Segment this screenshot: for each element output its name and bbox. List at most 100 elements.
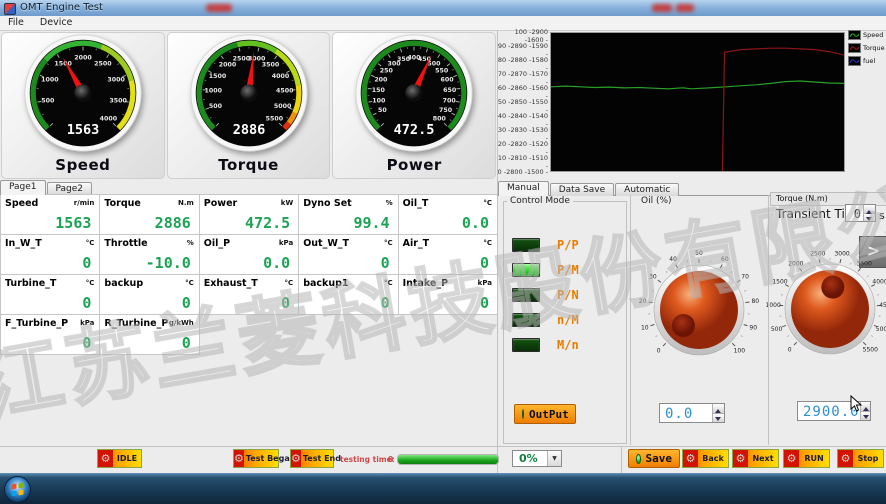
mode-label: P/M	[557, 263, 579, 277]
save-button[interactable]: Save	[628, 449, 680, 468]
chart-axis-row: 0 -2800 -1500 -	[494, 168, 548, 176]
table-cell-power: PowerkW472.5	[200, 195, 299, 235]
percent-dropdown[interactable]: 0% ▼	[512, 450, 562, 467]
transient-time-unit: s	[879, 209, 885, 222]
menu-item-device[interactable]: Device	[32, 16, 81, 29]
svg-text:1500: 1500	[208, 73, 226, 80]
titlebar: OMT Engine Test	[0, 0, 886, 17]
run-button[interactable]: ⚙ RUN	[783, 449, 830, 468]
svg-text:3500: 3500	[109, 97, 127, 104]
cell-unit: kPa	[80, 319, 94, 327]
svg-text:3500: 3500	[857, 260, 872, 267]
svg-text:3000: 3000	[834, 250, 849, 257]
idle-button[interactable]: ⚙ IDLE	[97, 449, 142, 468]
tab-data-save[interactable]: Data Save	[550, 183, 614, 196]
test-end-button[interactable]: ⚙ Test End	[290, 449, 334, 468]
table-cell-speed: Speedr/min1563	[1, 195, 100, 235]
start-button[interactable]	[3, 475, 32, 504]
svg-text:472.5: 472.5	[394, 122, 435, 138]
table-cell-oil-p: Oil_PkPa0.0	[200, 235, 299, 275]
run-label: RUN	[799, 450, 829, 467]
next-button[interactable]: ⚙ Next	[732, 449, 779, 468]
svg-text:500: 500	[428, 60, 442, 67]
stop-button[interactable]: ⚙ Stop	[837, 449, 884, 468]
svg-text:3500: 3500	[261, 62, 279, 69]
cell-value: -10.0	[146, 254, 191, 272]
tab-manual[interactable]: Manual	[498, 181, 549, 196]
spin-down-icon[interactable]	[713, 414, 724, 423]
legend-fuel[interactable]: fuel	[848, 54, 886, 67]
svg-text:200: 200	[374, 77, 388, 84]
table-cell-throttle: Throttle%-10.0	[100, 235, 199, 275]
cell-label: backup1	[303, 278, 348, 289]
tab-page1[interactable]: Page1	[0, 180, 46, 195]
mode-label: n/M	[557, 313, 579, 327]
led-icon	[512, 238, 540, 252]
spin-down-icon[interactable]	[864, 214, 875, 222]
cell-value: 0	[381, 254, 390, 272]
app-icon	[4, 3, 16, 15]
cell-label: Turbine_T	[5, 278, 56, 289]
svg-text:500: 500	[208, 103, 222, 110]
svg-text:150: 150	[372, 87, 386, 94]
led-icon	[512, 313, 540, 327]
back-button[interactable]: ⚙ Back	[682, 449, 729, 468]
mode-m-n[interactable]: M/n	[512, 338, 579, 352]
cell-unit: kPa	[279, 239, 293, 247]
svg-text:20: 20	[639, 298, 647, 305]
cell-value: 0	[82, 254, 91, 272]
chart-axis-row: 40 -2840 -1540 -	[494, 112, 548, 120]
svg-text:70: 70	[741, 273, 749, 280]
tab-automatic[interactable]: Automatic	[615, 183, 679, 196]
spin-up-icon[interactable]	[864, 205, 875, 214]
back-label: Back	[698, 450, 728, 467]
spinner-arrows[interactable]	[712, 404, 724, 422]
legend-speed[interactable]: Speed	[848, 28, 886, 41]
svg-text:50: 50	[695, 250, 703, 257]
oil-knob[interactable]: 0102030405060708090100	[631, 240, 767, 379]
table-cell-air-t: Air_T°C0	[399, 235, 498, 275]
mode-p-p[interactable]: P/P	[512, 238, 579, 252]
mode-p-m[interactable]: P/M	[512, 263, 579, 277]
cell-unit: r/min	[74, 199, 95, 207]
cell-unit: kW	[281, 199, 293, 207]
mode-n-m[interactable]: n/M	[512, 313, 579, 327]
chart-axis-row: 80 -2880 -1580 -	[494, 56, 548, 64]
svg-text:250: 250	[380, 68, 394, 75]
torque-knob[interactable]: 0500100015002000250030003500400045005000…	[762, 239, 886, 378]
cell-unit: °C	[483, 239, 492, 247]
svg-text:4500: 4500	[276, 88, 294, 95]
spin-up-icon[interactable]	[713, 404, 724, 414]
divider	[0, 446, 886, 447]
table-cell-torque: TorqueN.m2886	[100, 195, 199, 235]
svg-text:500: 500	[771, 326, 783, 333]
window-title: OMT Engine Test	[20, 2, 103, 13]
svg-text:5500: 5500	[863, 346, 878, 353]
legend-torque[interactable]: Torque	[848, 41, 886, 54]
chart-legend: SpeedTorquefuel	[848, 28, 886, 67]
mode-p-n[interactable]: P/N	[512, 288, 579, 302]
spinner-arrows[interactable]	[863, 205, 875, 221]
svg-text:3000: 3000	[107, 77, 125, 84]
transient-time-input[interactable]: 0	[845, 204, 876, 222]
cell-label: In_W_T	[5, 238, 42, 249]
cell-value: 99.4	[353, 214, 389, 232]
cell-label: F_Turbine_P	[5, 318, 68, 329]
oil-setpoint-input[interactable]: 0.0	[659, 403, 725, 423]
divider	[497, 30, 498, 473]
svg-text:1563: 1563	[67, 122, 100, 138]
svg-text:40: 40	[669, 256, 677, 263]
test-begin-button[interactable]: ⚙ Test Begar	[233, 449, 279, 468]
svg-text:1500: 1500	[772, 279, 787, 286]
menu-item-file[interactable]: File	[0, 16, 32, 29]
svg-text:4000: 4000	[271, 73, 289, 80]
chart-axis-row: 60 -2860 -1560 -	[494, 84, 548, 92]
output-button[interactable]: OutPut	[514, 404, 576, 424]
cell-unit: °C	[86, 239, 95, 247]
mouse-cursor	[850, 395, 864, 413]
gauge-row: 50010001500200025003000350040001563Speed…	[0, 31, 497, 180]
cell-label: Throttle	[104, 238, 147, 249]
svg-text:4000: 4000	[872, 279, 886, 286]
led-icon	[636, 454, 641, 464]
progress-bar	[397, 454, 499, 465]
